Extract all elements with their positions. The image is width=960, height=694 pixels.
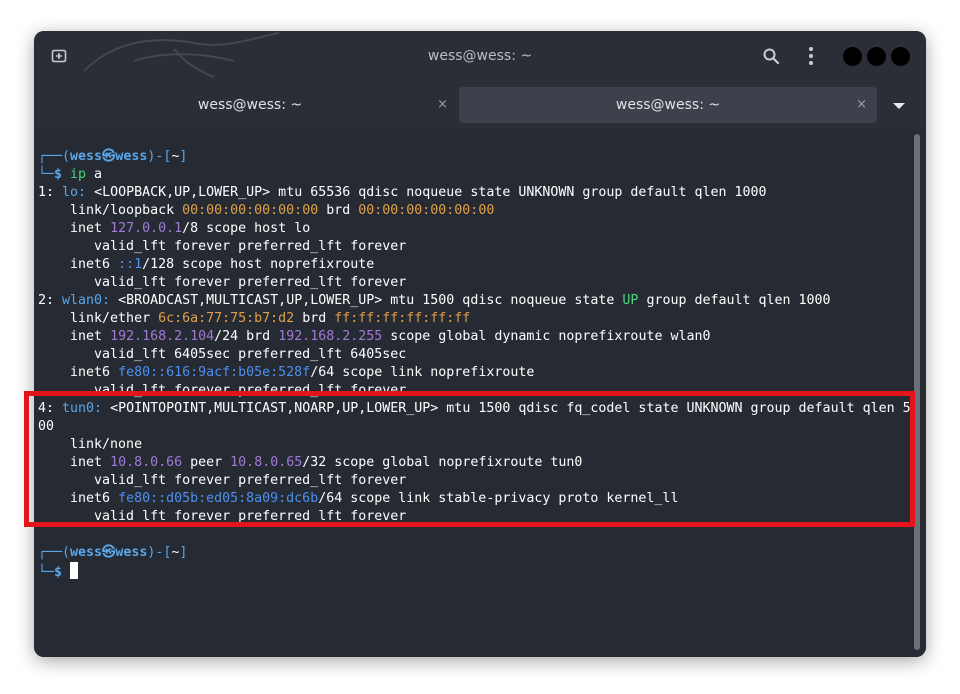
terminal-text: 00:00:00:00:00:00 (358, 203, 495, 218)
terminal-cursor (70, 562, 79, 579)
terminal-text: 1: (38, 185, 63, 200)
terminal-text: └─ (38, 167, 55, 182)
terminal-text: lo: (62, 185, 95, 200)
terminal-text: ┌──( (38, 545, 71, 560)
terminal-text: ] (179, 149, 188, 164)
terminal-line: inet 192.168.2.104/24 brd 192.168.2.255 … (38, 328, 918, 346)
tab-1[interactable]: wess@wess: ~ × (42, 87, 458, 123)
terminal-text: 127.0.0.1 (110, 221, 183, 236)
terminal-text: $ (54, 565, 71, 580)
terminal-line: ┌──(wess㉿wess)-[~] (38, 544, 918, 562)
chevron-down-icon[interactable] (892, 101, 906, 111)
terminal-text: /8 scope host lo (182, 221, 311, 236)
terminal-line: valid_lft forever preferred_lft forever (38, 274, 918, 292)
terminal-text: group default qlen 1000 (638, 293, 831, 308)
terminal-text: └─ (38, 565, 55, 580)
terminal-line: valid_lft 6405sec preferred_lft 6405sec (38, 346, 918, 364)
terminal-text: UP (622, 293, 639, 308)
terminal-text: 00:00:00:00:00:00 (182, 203, 319, 218)
terminal-text: ip (70, 167, 87, 182)
terminal-text: ] (179, 545, 188, 560)
kebab-menu-icon[interactable] (802, 45, 820, 67)
terminal-text: link/loopback (38, 203, 183, 218)
terminal-line: 2: wlan0: <BROADCAST,MULTICAST,UP,LOWER_… (38, 292, 918, 310)
title-bar[interactable]: wess@wess: ~ (34, 31, 926, 81)
terminal-text: /64 scope link noprefixroute (310, 365, 535, 380)
terminal-text: ┌──( (38, 149, 71, 164)
terminal-text: /24 brd (214, 329, 279, 344)
terminal-text: brd (318, 203, 359, 218)
terminal-text: scope global dynamic noprefixroute wlan0 (382, 329, 711, 344)
terminal-text: valid_lft forever preferred_lft forever (38, 239, 407, 254)
tab-close-button[interactable]: × (856, 87, 867, 123)
terminal-text: inet (38, 221, 111, 236)
terminal-text: 192.168.2.104 (110, 329, 215, 344)
terminal-text: ff:ff:ff:ff:ff:ff (334, 311, 471, 326)
tab-close-button[interactable]: × (437, 87, 448, 123)
terminal-text: 6c:6a:77:75:b7:d2 (158, 311, 295, 326)
terminal-line: inet6 fe80::616:9acf:b05e:528f/64 scope … (38, 364, 918, 382)
terminal-line: ┌──(wess㉿wess)-[~] (38, 148, 918, 166)
terminal-text: ::1 (118, 257, 143, 272)
terminal-text: fe80::616:9acf:b05e:528f (118, 365, 311, 380)
terminal-text: valid_lft 6405sec preferred_lft 6405sec (38, 347, 407, 362)
terminal-text: )-[ (147, 545, 172, 560)
terminal-text: $ (54, 167, 71, 182)
search-icon[interactable] (762, 47, 780, 65)
terminal-text: 2: (38, 293, 63, 308)
terminal-text: inet (38, 329, 111, 344)
terminal-text: wlan0: (62, 293, 119, 308)
terminal-text: valid_lft forever preferred_lft forever (38, 275, 407, 290)
tab-bar: wess@wess: ~ × wess@wess: ~ × (34, 81, 926, 129)
terminal-text: )-[ (147, 149, 172, 164)
terminal-text: inet6 (38, 257, 119, 272)
terminal-window: wess@wess: ~ wess@wess: ~ × wess@wess: ~… (34, 31, 926, 657)
terminal-text: /128 scope host noprefixroute (142, 257, 375, 272)
terminal-text: <LOOPBACK,UP,LOWER_UP> mtu 65536 qdisc n… (94, 185, 767, 200)
terminal-text: a (86, 167, 103, 182)
maximize-button[interactable] (867, 47, 886, 66)
tab-2[interactable]: wess@wess: ~ × (459, 87, 877, 123)
highlight-annotation-box (24, 391, 915, 527)
terminal-text: inet6 (38, 365, 119, 380)
terminal-line: └─$ (38, 562, 918, 580)
terminal-text: 192.168.2.255 (278, 329, 383, 344)
window-title: wess@wess: ~ (427, 48, 533, 64)
terminal-line: inet6 ::1/128 scope host noprefixroute (38, 256, 918, 274)
minimize-button[interactable] (843, 47, 862, 66)
terminal-text: brd (294, 311, 335, 326)
close-window-button[interactable] (891, 47, 910, 66)
terminal-line: link/loopback 00:00:00:00:00:00 brd 00:0… (38, 202, 918, 220)
terminal-line: 1: lo: <LOOPBACK,UP,LOWER_UP> mtu 65536 … (38, 184, 918, 202)
terminal-text: link/ether (38, 311, 159, 326)
terminal-line: link/ether 6c:6a:77:75:b7:d2 brd ff:ff:f… (38, 310, 918, 328)
tab-label: wess@wess: ~ (197, 97, 303, 113)
terminal-line: inet 127.0.0.1/8 scope host lo (38, 220, 918, 238)
tab-label: wess@wess: ~ (615, 97, 721, 113)
terminal-text: <BROADCAST,MULTICAST,UP,LOWER_UP> mtu 15… (118, 293, 623, 308)
terminal-line: └─$ ip a (38, 166, 918, 184)
terminal-line: valid_lft forever preferred_lft forever (38, 238, 918, 256)
terminal-text: wess㉿wess (70, 149, 148, 164)
terminal-text: wess㉿wess (70, 545, 148, 560)
